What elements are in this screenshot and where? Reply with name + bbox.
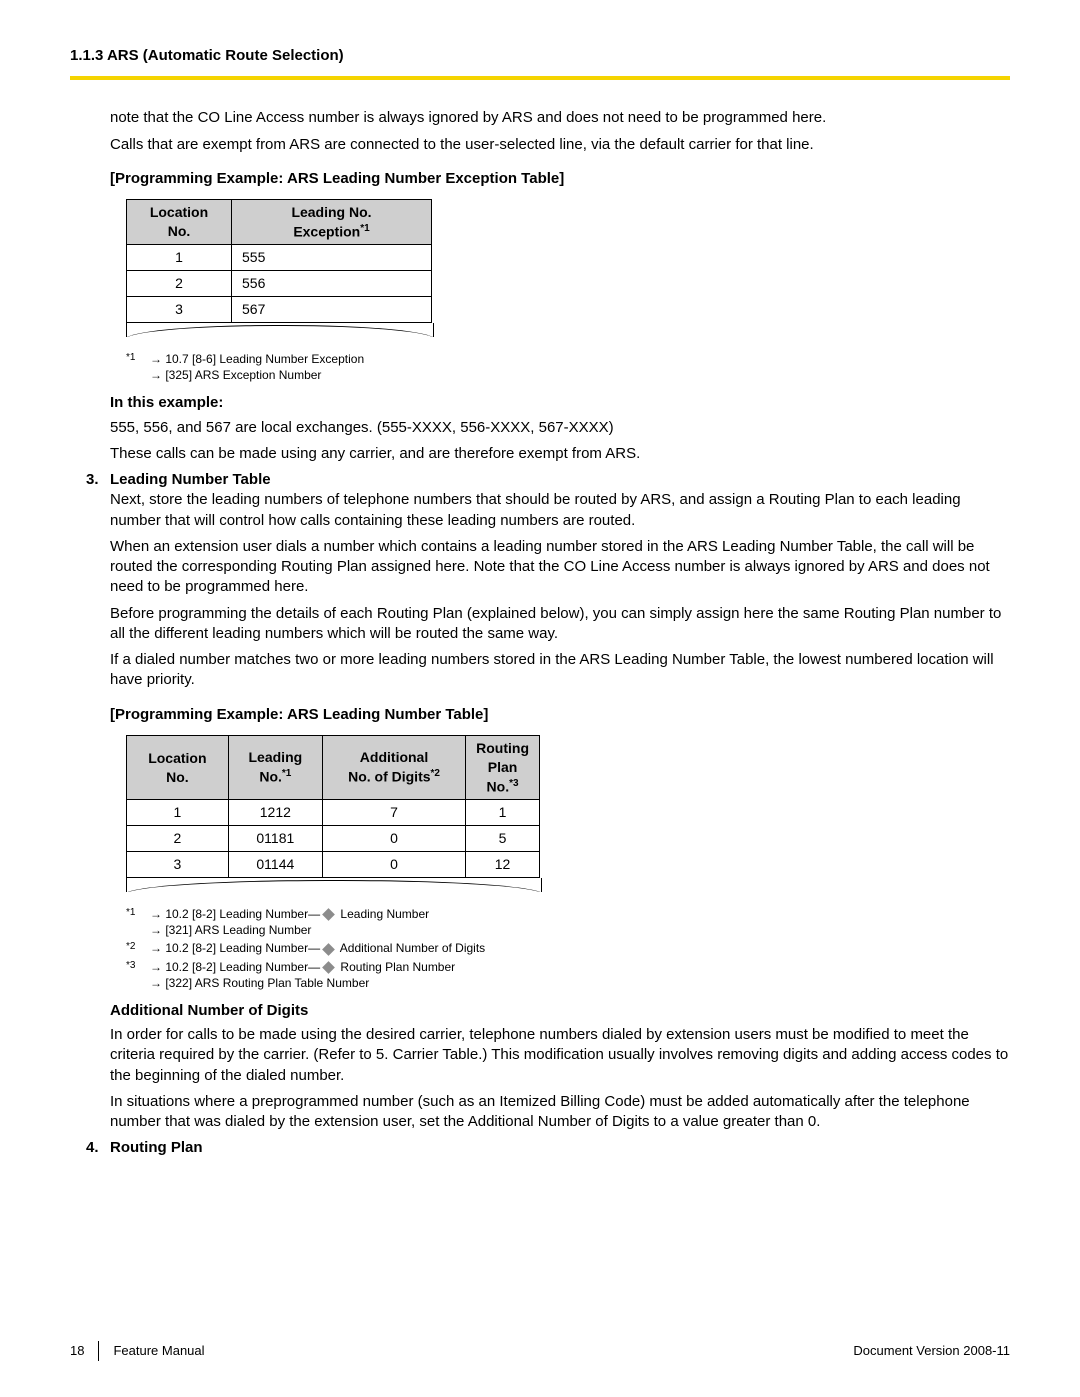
cell: 0 [322,826,465,852]
footnote-line: → 10.7 [8-6] Leading Number Exception [150,351,364,367]
additional-digits-heading: Additional Number of Digits [110,1001,1010,1021]
footnote-marker: *1 [126,906,140,920]
item3-p2: When an extension user dials a number wh… [110,537,1010,598]
list-item-title: Leading Number Table [110,470,271,490]
footnote-text: Leading Number [337,907,429,921]
list-number: 4. [86,1138,110,1158]
add-p1: In order for calls to be made using the … [110,1025,1010,1086]
th-location: Location No. [127,200,232,245]
cell: 01181 [228,826,322,852]
table-torn-edge [126,323,434,337]
intro-paragraph-2: Calls that are exempt from ARS are conne… [110,135,1010,155]
footnote-line: → [325] ARS Exception Number [150,367,364,383]
footnote-line: → 10.2 [8-2] Leading Number— Routing Pla… [150,959,455,975]
th-text: Location [150,204,208,220]
header-rule [70,76,1010,80]
th-text: No. [487,778,510,794]
footnote-line: → [321] ARS Leading Number [150,922,429,938]
footnote-marker: *2 [126,940,140,954]
example-heading: In this example: [110,393,1010,413]
th-leading-exception: Leading No. Exception*1 [232,200,432,245]
footnote-line: → [322] ARS Routing Plan Table Number [150,975,455,991]
item3-p4: If a dialed number matches two or more l… [110,650,1010,691]
th-text: Leading [249,749,303,765]
th-sup: *1 [282,768,291,779]
footnote-text: Additional Number of Digits [337,941,485,955]
cell: 3 [127,852,229,878]
cell: 5 [466,826,540,852]
section-title-exception-table: [Programming Example: ARS Leading Number… [110,169,1010,189]
cell: 1 [127,800,229,826]
th-leading: Leading No.*1 [228,735,322,799]
leading-table: Location No. Leading No.*1 Additional No… [126,735,540,878]
diamond-icon [322,943,335,956]
footnote-text: → 10.2 [8-2] Leading Number— [150,960,320,974]
footnote-text: → 10.2 [8-2] Leading Number— [150,941,320,955]
example-line-2: These calls can be made using any carrie… [110,444,1010,464]
footnotes-leading: *1 → 10.2 [8-2] Leading Number— Leading … [110,906,1010,991]
footnote-line: → 10.2 [8-2] Leading Number— Additional … [150,940,485,956]
footer-doc-version: Document Version 2008-11 [853,1342,1010,1360]
item3-p1: Next, store the leading numbers of telep… [110,490,1010,531]
th-text: No. [168,223,191,239]
th-text: No. [166,769,189,785]
th-additional: Additional No. of Digits*2 [322,735,465,799]
cell: 2 [127,826,229,852]
running-header: 1.1.3 ARS (Automatic Route Selection) [70,46,1010,66]
th-text: Exception [293,224,360,240]
list-item-3: 3. Leading Number Table [110,470,1010,490]
footnote-text: → 10.2 [8-2] Leading Number— [150,907,320,921]
footer-separator [98,1341,99,1361]
cell: 01144 [228,852,322,878]
list-item-title: Routing Plan [110,1138,203,1158]
th-location: Location No. [127,735,229,799]
body-content: note that the CO Line Access number is a… [70,108,1010,1158]
cell: 7 [322,800,465,826]
th-sup: *2 [431,768,440,779]
cell: 1 [466,800,540,826]
document-page: 1.1.3 ARS (Automatic Route Selection) no… [0,0,1080,1397]
footnote-text: Routing Plan Number [337,960,455,974]
page-number: 18 [70,1342,84,1360]
cell: 1212 [228,800,322,826]
add-p2: In situations where a preprogrammed numb… [110,1092,1010,1133]
th-text: Additional [360,749,428,765]
th-sup: *3 [509,778,518,789]
cell: 3 [127,297,232,323]
example-line-1: 555, 556, and 567 are local exchanges. (… [110,418,1010,438]
th-text: Location [148,750,206,766]
th-routing: Routing Plan No.*3 [466,735,540,799]
page-footer: 18 Feature Manual Document Version 2008-… [70,1341,1010,1361]
footer-manual-name: Feature Manual [113,1342,204,1360]
diamond-icon [322,908,335,921]
item3-p3: Before programming the details of each R… [110,604,1010,645]
cell: 2 [127,271,232,297]
footnotes-exception: *1 → 10.7 [8-6] Leading Number Exception… [110,351,1010,383]
cell: 1 [127,245,232,271]
th-text: Routing Plan [476,740,529,775]
th-sup: *1 [360,223,369,234]
footnote-marker: *3 [126,959,140,973]
section-title-leading-table: [Programming Example: ARS Leading Number… [110,705,1010,725]
th-text: Leading No. [291,204,371,220]
cell: 0 [322,852,465,878]
table-torn-edge [126,878,542,892]
exception-table: Location No. Leading No. Exception*1 155… [126,199,432,323]
intro-paragraph-1: note that the CO Line Access number is a… [110,108,1010,128]
list-item-4: 4. Routing Plan [110,1138,1010,1158]
footnote-marker: *1 [126,351,140,365]
cell: 556 [232,271,432,297]
cell: 555 [232,245,432,271]
footnote-line: → 10.2 [8-2] Leading Number— Leading Num… [150,906,429,922]
th-text: No. [259,769,282,785]
diamond-icon [322,961,335,974]
cell: 567 [232,297,432,323]
list-number: 3. [86,470,110,490]
cell: 12 [466,852,540,878]
th-text: No. of Digits [348,769,430,785]
